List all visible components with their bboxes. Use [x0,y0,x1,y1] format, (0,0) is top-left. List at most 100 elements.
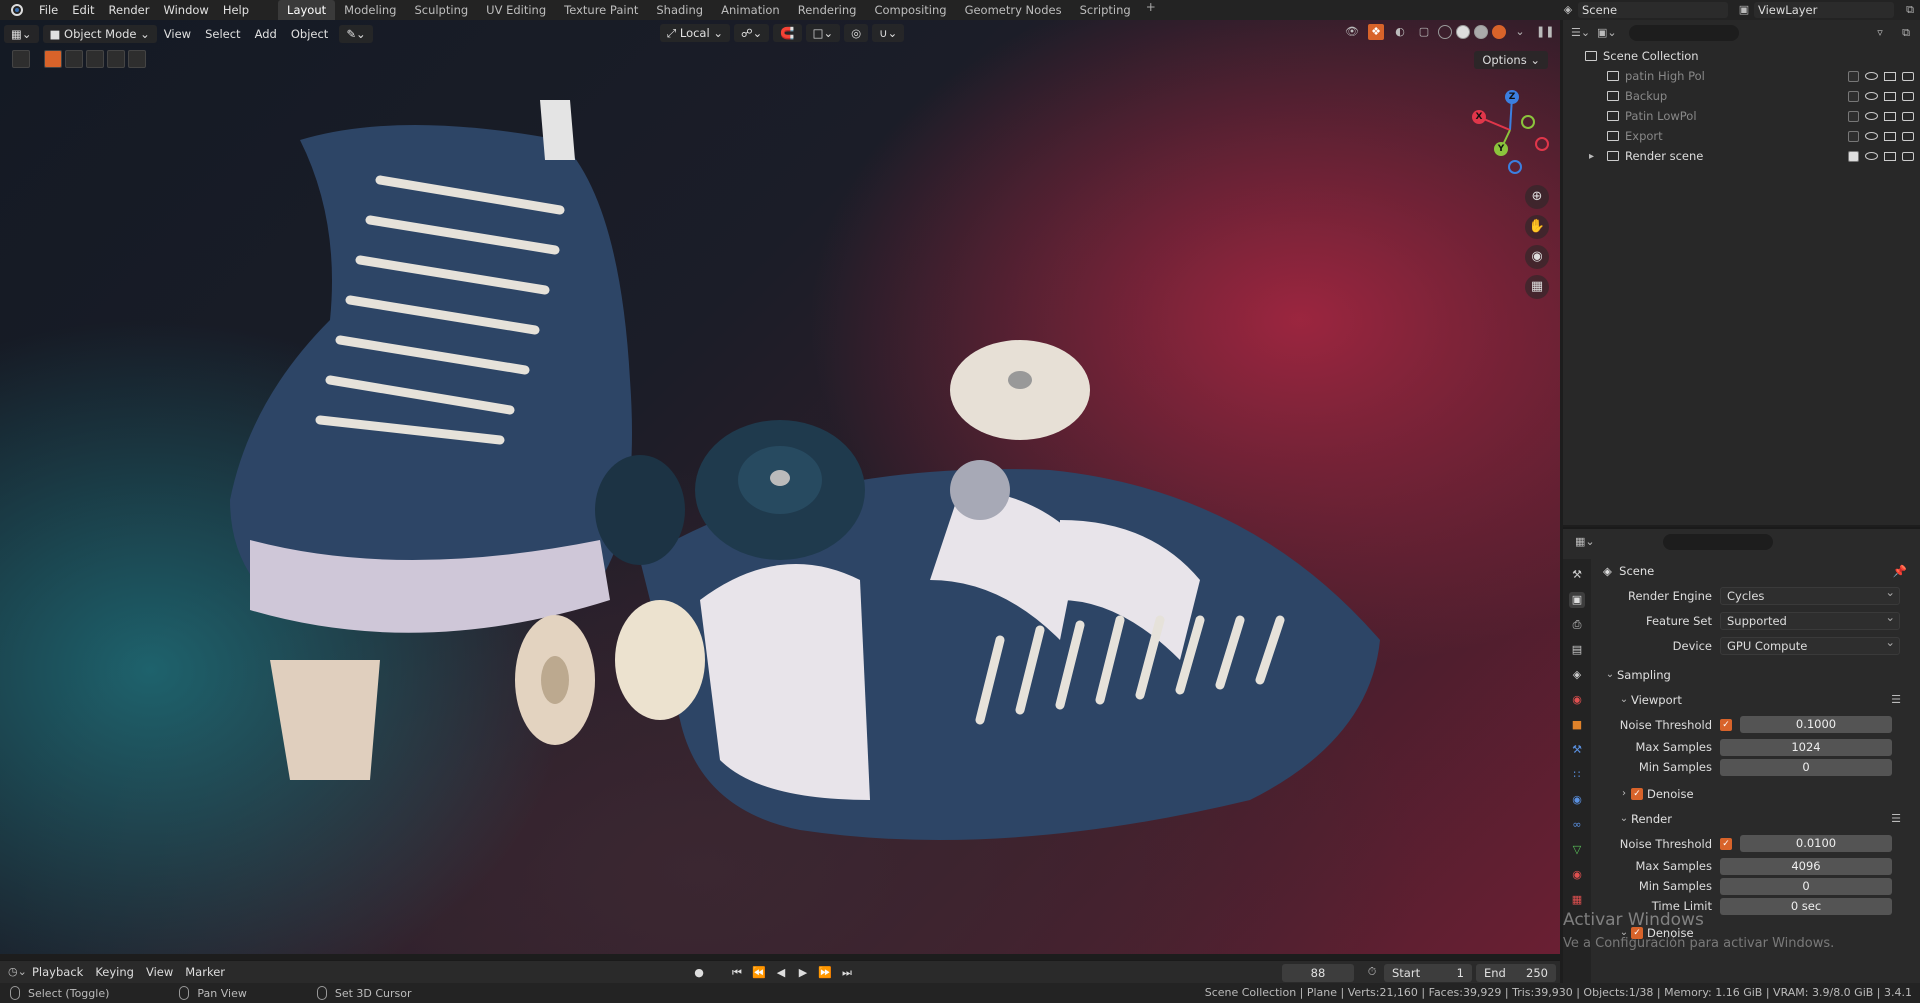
vp-denoise-checkbox[interactable]: ✓ [1631,787,1643,800]
material-tab-icon[interactable]: ◉ [1569,867,1585,883]
feature-set-dropdown[interactable]: Supported [1720,609,1900,630]
new-collection-icon[interactable]: ⧉ [1898,25,1914,41]
physics-tab-icon[interactable]: ◉ [1569,792,1585,808]
end-frame-field[interactable]: End 250 [1476,964,1556,982]
vp-denoise-header[interactable]: › ✓ Denoise [1595,781,1917,806]
outliner-root-row[interactable]: Scene Collection [1563,46,1920,66]
device-dropdown[interactable]: GPU Compute [1720,634,1900,655]
vp-max-field[interactable]: 1024 [1720,738,1892,756]
falloff-icon[interactable]: ∪⌄ [872,24,905,42]
use-preview-range-icon[interactable]: ⏱ [1364,964,1380,980]
snap-target-button[interactable]: □⌄ [805,24,841,42]
proportional-edit-icon[interactable]: ◎ [844,24,869,42]
prev-keyframe-icon[interactable]: ⏪ [750,964,768,982]
tab-scripting[interactable]: Scripting [1071,0,1140,20]
scene-icon[interactable]: ◈ [1560,2,1576,18]
timeline-menu-view[interactable]: View [140,965,179,979]
tab-geometry-nodes[interactable]: Geometry Nodes [956,0,1071,20]
z-axis-ball[interactable]: Z [1505,90,1519,104]
monitor-icon[interactable] [1884,151,1896,161]
tab-modeling[interactable]: Modeling [335,0,405,20]
monitor-icon[interactable] [1884,111,1896,121]
pause-render-icon[interactable]: ❚❚ [1536,24,1554,40]
timeline-editor-icon[interactable]: ◷⌄ [8,964,27,980]
texture-tab-icon[interactable]: ▦ [1569,892,1585,908]
current-frame-field[interactable]: 88 [1282,964,1354,982]
vp-noise-field[interactable]: 0.1000 [1740,716,1892,733]
viewport-menu-select[interactable]: Select [198,27,247,41]
r-time-field[interactable]: 0 sec [1720,897,1892,915]
outliner-search-input[interactable] [1629,25,1739,41]
viewport-menu-view[interactable]: View [157,27,198,41]
presets-list-icon[interactable]: ☰ [1891,812,1901,825]
constraints-tab-icon[interactable]: ∞ [1569,817,1585,833]
eye-icon[interactable] [1865,72,1878,80]
tab-layout[interactable]: Layout [278,0,336,20]
eye-icon[interactable] [1865,112,1878,120]
x-axis-ball[interactable]: X [1472,110,1486,124]
zoom-icon[interactable]: ⊕ [1525,185,1549,209]
exclude-checkbox[interactable] [1848,110,1859,122]
filter-icon[interactable]: ▿ [1872,25,1888,41]
visibility-icon[interactable]: 👁 [1344,24,1360,40]
tab-shading[interactable]: Shading [647,0,712,20]
camera-view-icon[interactable]: ◉ [1525,245,1549,269]
menu-help[interactable]: Help [216,0,256,20]
r-noise-checkbox[interactable]: ✓ [1720,837,1732,850]
eye-icon[interactable] [1865,92,1878,100]
render-subpanel-header[interactable]: ⌄ Render ☰ [1595,806,1917,831]
menu-file[interactable]: File [32,0,65,20]
monitor-icon[interactable] [1884,91,1896,101]
timeline-menu-keying[interactable]: Keying [89,965,140,979]
timeline-menu-marker[interactable]: Marker [179,965,231,979]
scene-tab-icon[interactable]: ◈ [1569,667,1585,683]
outliner-collection-row[interactable]: Export [1563,126,1920,146]
expand-arrow-icon[interactable]: ▸ [1589,151,1607,162]
tab-animation[interactable]: Animation [712,0,789,20]
monitor-icon[interactable] [1884,71,1896,81]
viewport-menu-object[interactable]: Object [284,27,335,41]
particles-tab-icon[interactable]: ∷ [1569,767,1585,783]
outliner-collection-row[interactable]: patin High Pol [1563,66,1920,86]
outliner-collection-row[interactable]: ▸ Render scene [1563,146,1920,166]
snap-icon[interactable]: 🧲 [773,24,802,42]
tab-texture-paint[interactable]: Texture Paint [555,0,647,20]
exclude-checkbox[interactable] [1848,90,1859,102]
blender-logo-icon[interactable] [8,1,26,19]
neg-z-axis-ball[interactable] [1508,160,1522,174]
gpencil-tool-button[interactable]: ✎⌄ [339,24,373,43]
outliner-editor-icon[interactable]: ☰⌄ [1571,25,1590,41]
world-tab-icon[interactable]: ◉ [1569,692,1585,708]
pivot-point-button[interactable]: ☍⌄ [733,24,770,42]
solid-shading-icon[interactable] [1456,25,1470,39]
neg-x-axis-ball[interactable] [1535,137,1549,151]
camera-icon[interactable] [1902,71,1914,81]
view-layer-tab-icon[interactable]: ▤ [1569,642,1585,658]
eye-icon[interactable] [1865,152,1878,160]
auto-keying-icon[interactable]: ● [690,964,708,982]
r-noise-field[interactable]: 0.0100 [1740,835,1892,852]
jump-start-icon[interactable]: ⏮ [728,964,746,982]
editor-type-button[interactable]: ▦⌄ [4,24,39,43]
perspective-grid-icon[interactable]: ▦ [1525,275,1549,299]
y-axis-ball[interactable]: Y [1494,142,1508,156]
start-frame-field[interactable]: Start 1 [1384,964,1472,982]
exclude-checkbox[interactable] [1848,70,1859,82]
scene-selector[interactable]: Scene [1578,2,1728,18]
tab-uv-editing[interactable]: UV Editing [477,0,555,20]
options-dropdown[interactable]: Options ⌄ [1474,51,1548,69]
camera-icon[interactable] [1902,91,1914,101]
properties-search-input[interactable] [1663,534,1773,550]
menu-render[interactable]: Render [102,0,157,20]
xray-icon[interactable]: ▢ [1416,24,1432,40]
monitor-icon[interactable] [1884,131,1896,141]
select-extend-icon[interactable] [65,50,83,68]
menu-edit[interactable]: Edit [65,0,101,20]
modifier-tab-icon[interactable]: ⚒ [1569,742,1585,758]
render-tab-icon[interactable]: ▣ [1569,592,1585,608]
tab-sculpting[interactable]: Sculpting [405,0,477,20]
orientation-selector[interactable]: ⤢ Local ⌄ [660,24,730,42]
viewport-subpanel-header[interactable]: ⌄ Viewport ☰ [1595,687,1917,712]
exclude-checkbox[interactable] [1848,150,1859,162]
eye-icon[interactable] [1865,132,1878,140]
